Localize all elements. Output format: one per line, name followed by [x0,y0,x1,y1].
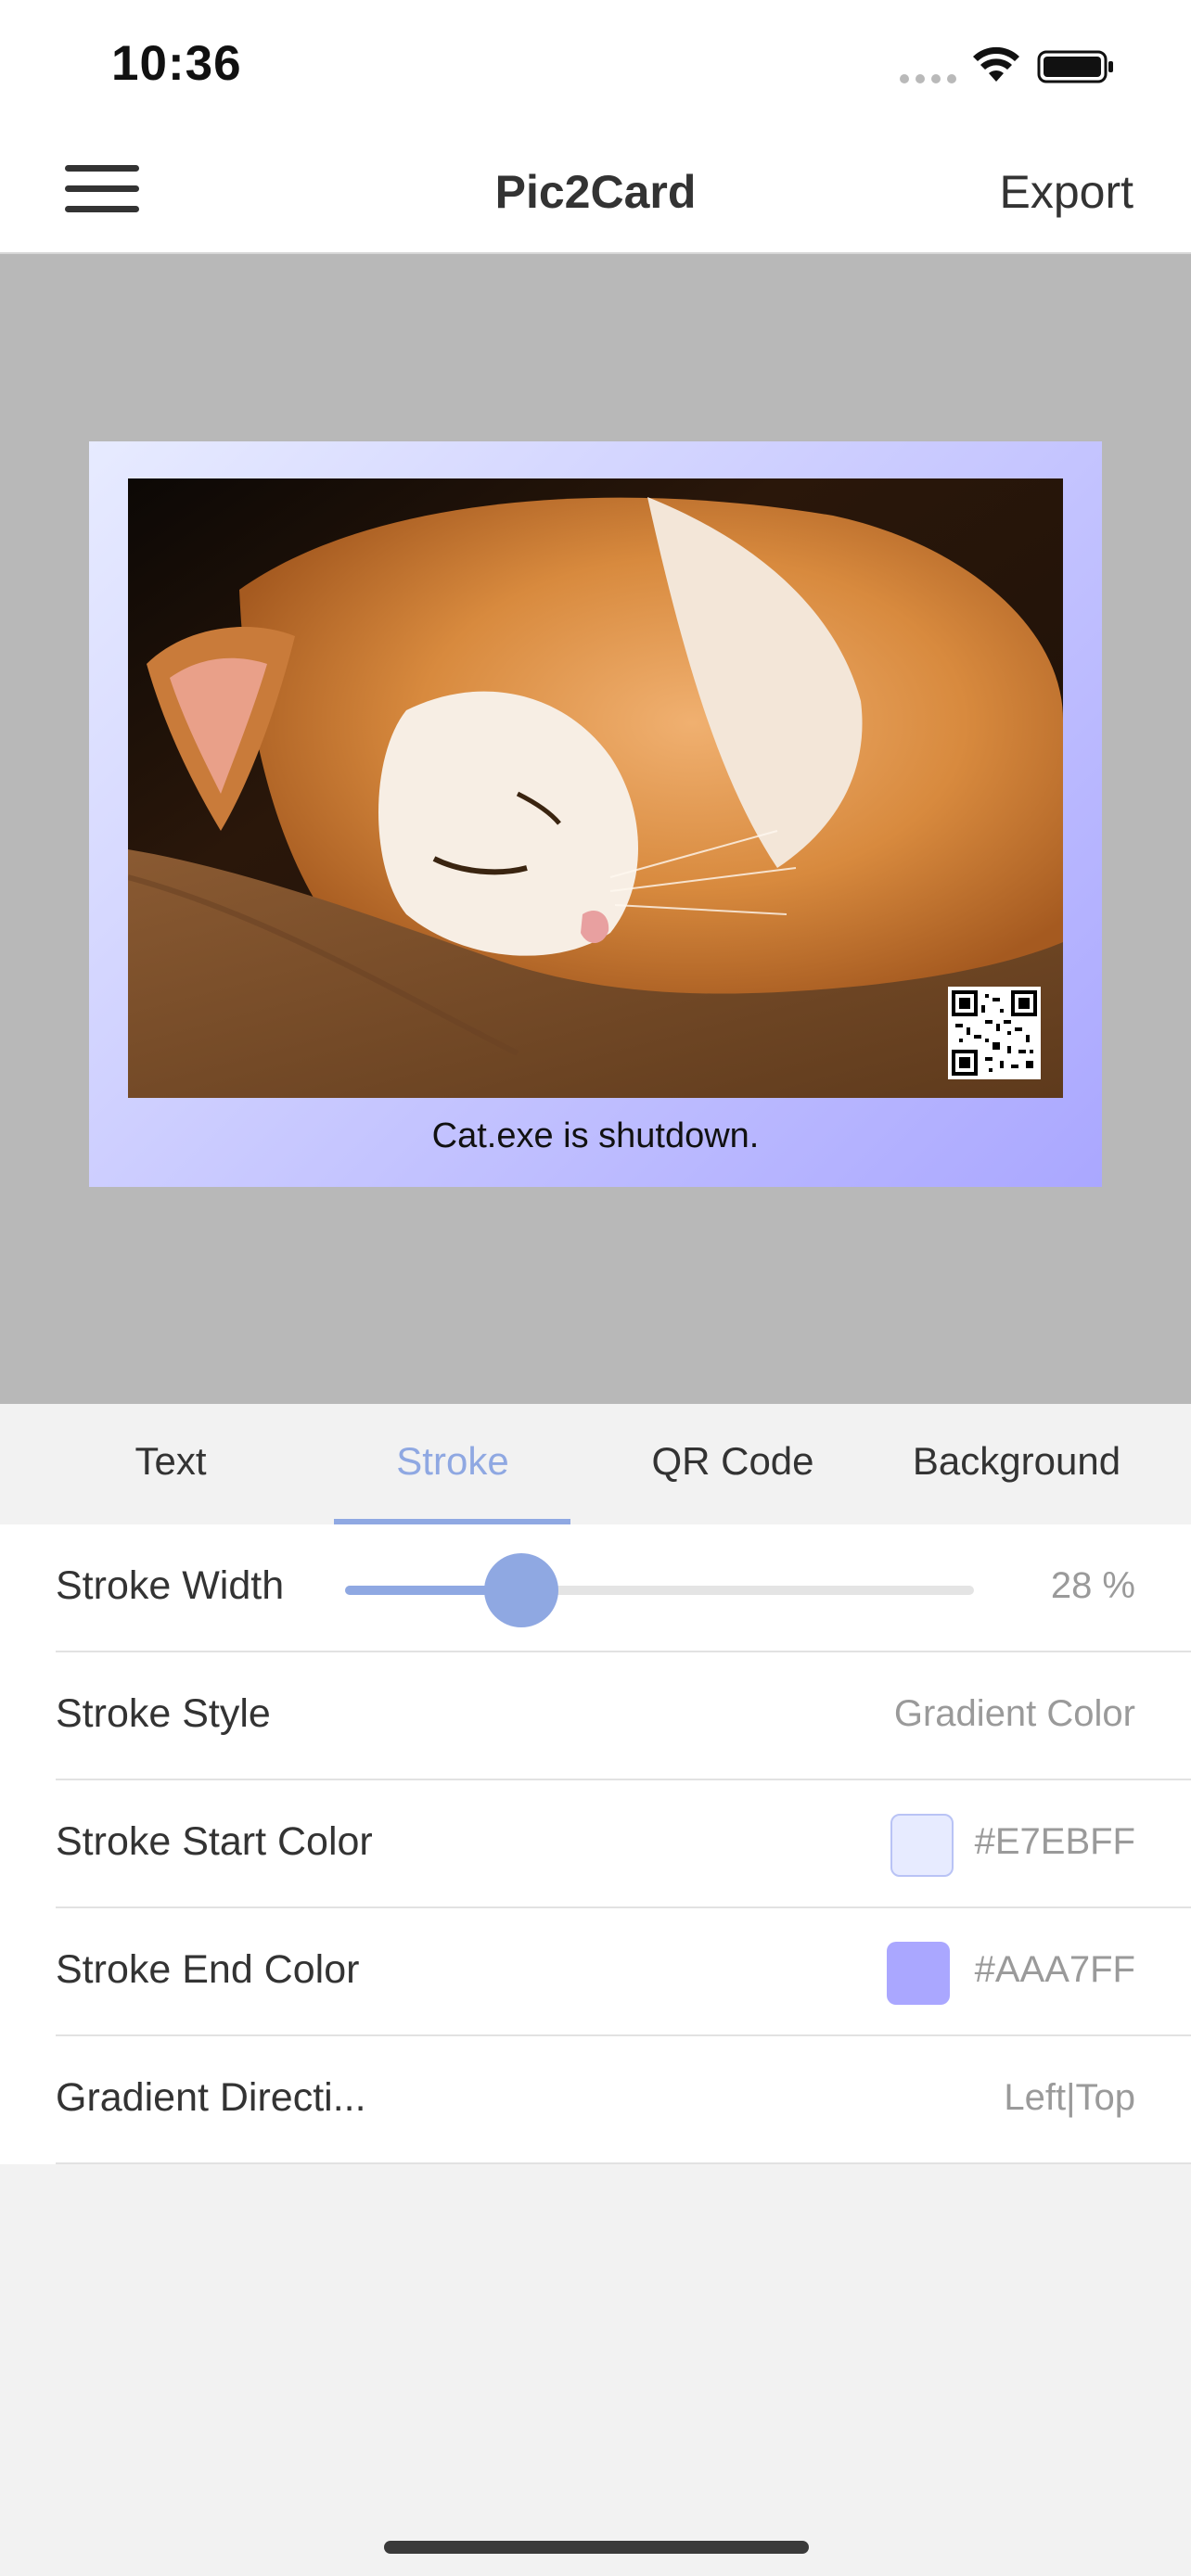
stroke-start-color-row[interactable]: Stroke Start Color #E7EBFF [56,1780,1191,1908]
tab-stroke[interactable]: Stroke [314,1404,592,1524]
card-preview[interactable]: Cat.exe is shutdown. [89,441,1102,1187]
editor-tab-bar: Text Stroke QR Code Background [0,1404,1191,1524]
qr-code-image [948,987,1041,1079]
card-preview-canvas: Cat.exe is shutdown. [0,254,1191,1404]
wifi-icon [973,46,1019,82]
stroke-width-row: Stroke Width 28 % [56,1524,1191,1652]
cat-photo [128,478,1063,1098]
stroke-start-color-swatch[interactable] [890,1814,954,1877]
export-button[interactable]: Export [999,165,1133,219]
stroke-style-label: Stroke Style [56,1691,271,1736]
status-time: 10:36 [111,36,242,91]
gradient-direction-value: Left|Top [1004,2077,1135,2118]
stroke-width-value: 28 % [1050,1565,1135,1606]
tab-background[interactable]: Background [877,1404,1156,1524]
stroke-width-slider[interactable] [345,1553,974,1627]
status-bar: 10:36 [0,0,1191,130]
battery-icon [1037,50,1113,83]
tab-text[interactable]: Text [32,1404,310,1524]
home-indicator[interactable] [384,2541,809,2554]
cellular-signal-icon [900,74,957,83]
stroke-settings-list: Stroke Width 28 % Stroke Style Gradient … [0,1524,1191,2164]
stroke-start-color-label: Stroke Start Color [56,1819,373,1864]
gradient-direction-label: Gradient Directi... [56,2075,366,2120]
stroke-end-color-swatch[interactable] [887,1942,950,2005]
stroke-style-value: Gradient Color [893,1693,1135,1734]
gradient-direction-row[interactable]: Gradient Directi... Left|Top [56,2036,1191,2164]
stroke-end-color-value: #AAA7FF [974,1949,1135,1990]
navigation-bar: Pic2Card Export [0,130,1191,254]
stroke-style-row[interactable]: Stroke Style Gradient Color [56,1652,1191,1780]
card-caption: Cat.exe is shutdown. [431,1116,760,1155]
stroke-end-color-row[interactable]: Stroke End Color #AAA7FF [56,1908,1191,2036]
stroke-start-color-value: #E7EBFF [974,1821,1135,1862]
stroke-end-color-label: Stroke End Color [56,1947,360,1992]
tab-qr-code[interactable]: QR Code [594,1404,872,1524]
slider-thumb[interactable] [483,1553,558,1627]
stroke-width-label: Stroke Width [56,1563,285,1608]
